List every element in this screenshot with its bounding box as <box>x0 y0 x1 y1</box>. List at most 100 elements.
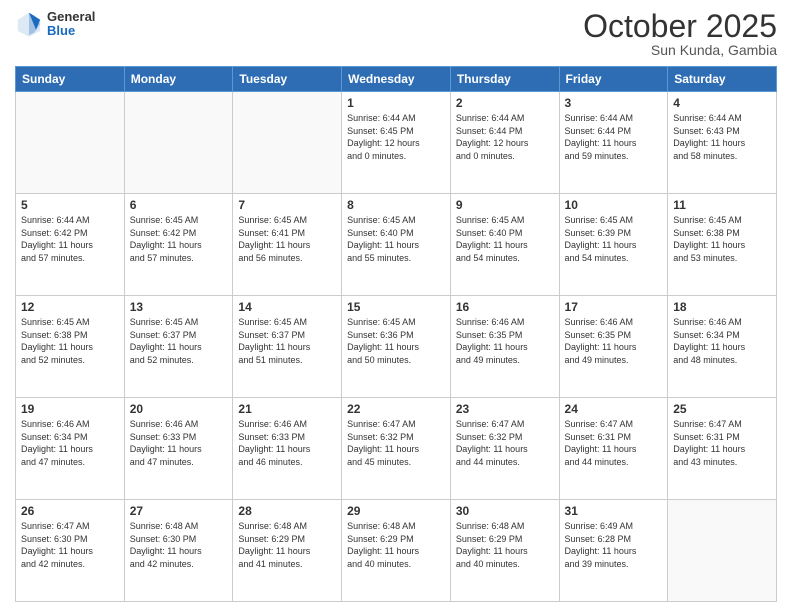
day-info: Sunrise: 6:46 AMSunset: 6:34 PMDaylight:… <box>673 316 771 366</box>
calendar-week-row: 12 Sunrise: 6:45 AMSunset: 6:38 PMDayligh… <box>16 296 777 398</box>
calendar-cell <box>124 92 233 194</box>
day-number: 29 <box>347 504 445 518</box>
calendar-cell: 2 Sunrise: 6:44 AMSunset: 6:44 PMDaylight… <box>450 92 559 194</box>
day-number: 6 <box>130 198 228 212</box>
calendar-cell: 7 Sunrise: 6:45 AMSunset: 6:41 PMDaylight… <box>233 194 342 296</box>
calendar-cell: 5 Sunrise: 6:44 AMSunset: 6:42 PMDaylight… <box>16 194 125 296</box>
day-info: Sunrise: 6:46 AMSunset: 6:34 PMDaylight:… <box>21 418 119 468</box>
day-info: Sunrise: 6:44 AMSunset: 6:45 PMDaylight:… <box>347 112 445 162</box>
calendar-week-row: 1 Sunrise: 6:44 AMSunset: 6:45 PMDaylight… <box>16 92 777 194</box>
day-number: 9 <box>456 198 554 212</box>
location-subtitle: Sun Kunda, Gambia <box>583 42 777 58</box>
calendar-cell: 28 Sunrise: 6:48 AMSunset: 6:29 PMDayligh… <box>233 500 342 602</box>
calendar-week-row: 19 Sunrise: 6:46 AMSunset: 6:34 PMDayligh… <box>16 398 777 500</box>
calendar-cell: 6 Sunrise: 6:45 AMSunset: 6:42 PMDaylight… <box>124 194 233 296</box>
day-number: 21 <box>238 402 336 416</box>
day-info: Sunrise: 6:45 AMSunset: 6:36 PMDaylight:… <box>347 316 445 366</box>
day-of-week-header: Saturday <box>668 67 777 92</box>
calendar-cell: 29 Sunrise: 6:48 AMSunset: 6:29 PMDayligh… <box>342 500 451 602</box>
calendar-cell: 16 Sunrise: 6:46 AMSunset: 6:35 PMDayligh… <box>450 296 559 398</box>
day-info: Sunrise: 6:48 AMSunset: 6:30 PMDaylight:… <box>130 520 228 570</box>
day-info: Sunrise: 6:49 AMSunset: 6:28 PMDaylight:… <box>565 520 663 570</box>
day-number: 1 <box>347 96 445 110</box>
day-number: 27 <box>130 504 228 518</box>
day-info: Sunrise: 6:46 AMSunset: 6:33 PMDaylight:… <box>130 418 228 468</box>
calendar-cell: 19 Sunrise: 6:46 AMSunset: 6:34 PMDayligh… <box>16 398 125 500</box>
day-number: 7 <box>238 198 336 212</box>
logo-general: General <box>47 10 95 24</box>
calendar-cell <box>668 500 777 602</box>
calendar-cell: 15Sunrise: 6:45 AMSunset: 6:36 PMDayligh… <box>342 296 451 398</box>
calendar-cell: 21Sunrise: 6:46 AMSunset: 6:33 PMDayligh… <box>233 398 342 500</box>
calendar-cell: 3 Sunrise: 6:44 AMSunset: 6:44 PMDaylight… <box>559 92 668 194</box>
day-info: Sunrise: 6:45 AMSunset: 6:41 PMDaylight:… <box>238 214 336 264</box>
day-info: Sunrise: 6:45 AMSunset: 6:37 PMDaylight:… <box>238 316 336 366</box>
day-number: 23 <box>456 402 554 416</box>
day-info: Sunrise: 6:46 AMSunset: 6:35 PMDaylight:… <box>456 316 554 366</box>
logo-text: General Blue <box>47 10 95 39</box>
day-number: 28 <box>238 504 336 518</box>
calendar-cell: 30Sunrise: 6:48 AMSunset: 6:29 PMDayligh… <box>450 500 559 602</box>
day-number: 11 <box>673 198 771 212</box>
calendar-cell: 20 Sunrise: 6:46 AMSunset: 6:33 PMDayligh… <box>124 398 233 500</box>
calendar-cell: 18Sunrise: 6:46 AMSunset: 6:34 PMDayligh… <box>668 296 777 398</box>
day-info: Sunrise: 6:44 AMSunset: 6:44 PMDaylight:… <box>456 112 554 162</box>
calendar-week-row: 5 Sunrise: 6:44 AMSunset: 6:42 PMDaylight… <box>16 194 777 296</box>
day-number: 8 <box>347 198 445 212</box>
day-info: Sunrise: 6:47 AMSunset: 6:31 PMDaylight:… <box>673 418 771 468</box>
day-info: Sunrise: 6:45 AMSunset: 6:38 PMDaylight:… <box>21 316 119 366</box>
calendar-cell <box>233 92 342 194</box>
day-info: Sunrise: 6:45 AMSunset: 6:37 PMDaylight:… <box>130 316 228 366</box>
calendar-cell: 23Sunrise: 6:47 AMSunset: 6:32 PMDayligh… <box>450 398 559 500</box>
calendar-cell: 17Sunrise: 6:46 AMSunset: 6:35 PMDayligh… <box>559 296 668 398</box>
header: General Blue October 2025 Sun Kunda, Gam… <box>15 10 777 58</box>
month-title: October 2025 <box>583 10 777 42</box>
day-number: 19 <box>21 402 119 416</box>
day-info: Sunrise: 6:44 AMSunset: 6:42 PMDaylight:… <box>21 214 119 264</box>
calendar-cell: 11 Sunrise: 6:45 AMSunset: 6:38 PMDayligh… <box>668 194 777 296</box>
day-number: 2 <box>456 96 554 110</box>
day-number: 25 <box>673 402 771 416</box>
calendar-cell <box>16 92 125 194</box>
day-info: Sunrise: 6:45 AMSunset: 6:40 PMDaylight:… <box>456 214 554 264</box>
calendar-cell: 26 Sunrise: 6:47 AMSunset: 6:30 PMDayligh… <box>16 500 125 602</box>
page: General Blue October 2025 Sun Kunda, Gam… <box>0 0 792 612</box>
logo-blue: Blue <box>47 24 95 38</box>
calendar-cell: 27 Sunrise: 6:48 AMSunset: 6:30 PMDayligh… <box>124 500 233 602</box>
day-info: Sunrise: 6:44 AMSunset: 6:44 PMDaylight:… <box>565 112 663 162</box>
day-info: Sunrise: 6:48 AMSunset: 6:29 PMDaylight:… <box>238 520 336 570</box>
calendar-header-row: SundayMondayTuesdayWednesdayThursdayFrid… <box>16 67 777 92</box>
day-of-week-header: Wednesday <box>342 67 451 92</box>
day-number: 16 <box>456 300 554 314</box>
day-number: 20 <box>130 402 228 416</box>
day-info: Sunrise: 6:45 AMSunset: 6:42 PMDaylight:… <box>130 214 228 264</box>
day-info: Sunrise: 6:47 AMSunset: 6:30 PMDaylight:… <box>21 520 119 570</box>
day-number: 10 <box>565 198 663 212</box>
day-info: Sunrise: 6:48 AMSunset: 6:29 PMDaylight:… <box>347 520 445 570</box>
day-number: 30 <box>456 504 554 518</box>
day-info: Sunrise: 6:44 AMSunset: 6:43 PMDaylight:… <box>673 112 771 162</box>
calendar-cell: 14 Sunrise: 6:45 AMSunset: 6:37 PMDayligh… <box>233 296 342 398</box>
day-number: 24 <box>565 402 663 416</box>
day-of-week-header: Friday <box>559 67 668 92</box>
day-number: 12 <box>21 300 119 314</box>
day-number: 26 <box>21 504 119 518</box>
logo: General Blue <box>15 10 95 39</box>
calendar-week-row: 26 Sunrise: 6:47 AMSunset: 6:30 PMDayligh… <box>16 500 777 602</box>
calendar-cell: 9 Sunrise: 6:45 AMSunset: 6:40 PMDaylight… <box>450 194 559 296</box>
day-number: 5 <box>21 198 119 212</box>
day-number: 14 <box>238 300 336 314</box>
day-number: 4 <box>673 96 771 110</box>
day-info: Sunrise: 6:45 AMSunset: 6:39 PMDaylight:… <box>565 214 663 264</box>
day-info: Sunrise: 6:47 AMSunset: 6:31 PMDaylight:… <box>565 418 663 468</box>
day-number: 17 <box>565 300 663 314</box>
day-number: 3 <box>565 96 663 110</box>
day-number: 22 <box>347 402 445 416</box>
day-of-week-header: Tuesday <box>233 67 342 92</box>
calendar-cell: 13Sunrise: 6:45 AMSunset: 6:37 PMDayligh… <box>124 296 233 398</box>
day-info: Sunrise: 6:45 AMSunset: 6:38 PMDaylight:… <box>673 214 771 264</box>
calendar-cell: 24 Sunrise: 6:47 AMSunset: 6:31 PMDayligh… <box>559 398 668 500</box>
calendar-cell: 25 Sunrise: 6:47 AMSunset: 6:31 PMDayligh… <box>668 398 777 500</box>
calendar-cell: 22Sunrise: 6:47 AMSunset: 6:32 PMDayligh… <box>342 398 451 500</box>
title-section: October 2025 Sun Kunda, Gambia <box>583 10 777 58</box>
